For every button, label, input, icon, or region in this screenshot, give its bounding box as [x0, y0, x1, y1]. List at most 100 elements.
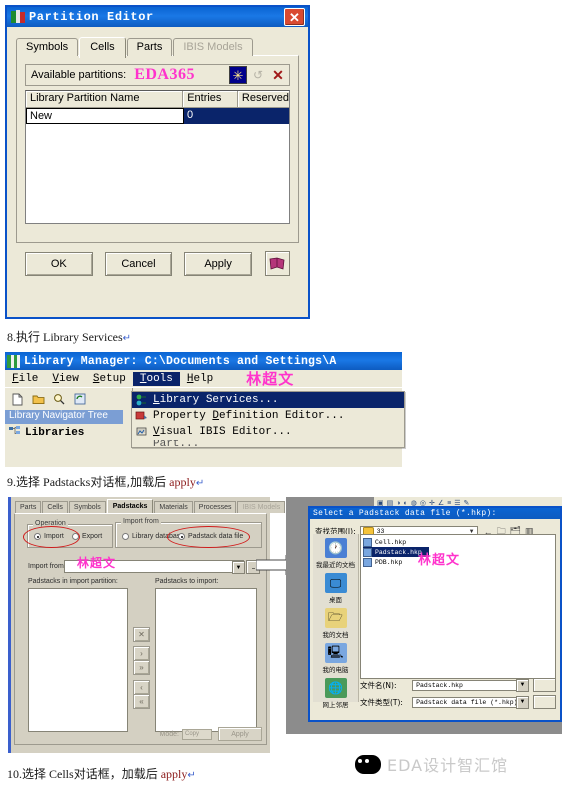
file-name-label: 文件名(N): [360, 680, 397, 690]
list-item[interactable]: Cell.hkp [363, 537, 553, 547]
file-dialog-title: Select a Padstack data file (*.hkp): [310, 508, 560, 519]
partitions-grid[interactable]: Library Partition Name Entries Reserved … [25, 90, 290, 224]
padstack-apply-button[interactable]: Apply [218, 727, 262, 741]
search-icon[interactable] [50, 391, 68, 408]
step-10-text: 10.选择 Cells对话框，加载后 apply↵ [7, 765, 196, 782]
step-9-pilcrow: ↵ [195, 478, 205, 489]
place-recent-documents[interactable]: 🕐 我最近的文档 [313, 538, 358, 569]
tab-padstacks[interactable]: Padstacks [106, 499, 154, 513]
step-8-label: Library Services [43, 330, 123, 344]
step-10-cjk-b: 对话框，加载后 [73, 767, 158, 781]
tab-materials[interactable]: Materials [154, 501, 193, 513]
help-book-icon[interactable] [264, 251, 290, 276]
tab-cells[interactable]: Cells [42, 501, 68, 513]
cancel-button[interactable]: Cancel [104, 251, 173, 276]
file-name: Cell.hkp [375, 538, 407, 546]
place-my-computer-label: 我的电脑 [322, 666, 349, 674]
place-desktop-label: 桌面 [329, 596, 342, 604]
padstack-dialog-watermark: 林超文 [77, 556, 117, 570]
column-header-reserved[interactable]: Reserved [237, 91, 289, 108]
tab-parts[interactable]: Parts [15, 501, 42, 513]
file-name-input[interactable]: Padstack.hkp [412, 679, 529, 691]
recent-documents-icon: 🕐 [324, 538, 347, 558]
tab-symbols[interactable]: Symbols [68, 501, 106, 513]
mode-label: Mode: [159, 730, 179, 738]
file-name: PDB.hkp [375, 558, 403, 566]
tab-symbols[interactable]: Symbols [16, 38, 79, 56]
library-services-icon [134, 393, 149, 407]
menu-item-property-definition-editor[interactable]: Property Definition Editor... [132, 408, 404, 424]
apply-button[interactable]: Apply [184, 251, 252, 276]
menu-tools[interactable]: Tools [132, 371, 180, 386]
file-name: Padstack.hkp [375, 548, 422, 556]
radio-library-database-indicator [122, 533, 129, 540]
place-desktop[interactable]: 🖵 桌面 [313, 573, 358, 604]
new-document-icon[interactable] [8, 391, 26, 408]
toolbar-left-group [5, 388, 133, 410]
annotation-ellipse-padstack-file [167, 526, 250, 548]
refresh-icon[interactable] [71, 391, 89, 408]
ok-button[interactable]: OK [25, 251, 93, 276]
visual-ibis-icon [134, 425, 149, 439]
mode-select[interactable]: Copy [182, 728, 212, 740]
wechat-watermark-text: EDA设计智汇馆 [387, 756, 509, 775]
library-manager-titlebar[interactable]: Library Manager: C:\Documents and Settin… [5, 352, 402, 370]
step-10-label-b: apply [160, 767, 188, 781]
chevron-down-icon[interactable]: ▼ [232, 561, 245, 574]
menu-item-part[interactable]: Part... [132, 440, 404, 447]
padstacks-in-partition-list[interactable] [28, 588, 128, 732]
delete-partition-icon[interactable]: ✕ [269, 66, 287, 84]
place-network[interactable]: 🌐 网上邻居 [313, 678, 358, 709]
nav-tab-library-navigator-tree[interactable]: Library Navigator Tree [5, 410, 123, 424]
file-type-select[interactable]: Padstack data file (*.hkp) [412, 696, 529, 708]
transfer-back-all-button[interactable]: « [133, 694, 150, 709]
menu-item-property-definition-editor-label: Property Definition Editor... [153, 410, 345, 422]
menu-item-visual-ibis-editor[interactable]: Visual IBIS Editor... [132, 424, 404, 440]
transfer-add-button[interactable]: › [133, 646, 150, 661]
place-my-computer[interactable]: 🖳 我的电脑 [313, 643, 358, 674]
select-padstack-file-dialog: Select a Padstack data file (*.hkp): 查找范… [308, 506, 562, 722]
transfer-remove-button[interactable]: ✕ [133, 627, 150, 642]
chevron-down-icon[interactable]: ▼ [516, 678, 529, 692]
cancel-button[interactable] [532, 695, 556, 709]
partition-editor-titlebar[interactable]: Partition Editor ✕ [7, 7, 308, 27]
file-dialog-places-bar: 🕐 我最近的文档 🖵 桌面 🗁 我的文档 🖳 我的电脑 🌐 网上邻居 [313, 534, 359, 709]
place-my-documents[interactable]: 🗁 我的文档 [313, 608, 358, 639]
transfer-add-all-button[interactable]: » [133, 660, 150, 675]
open-folder-icon[interactable] [29, 391, 47, 408]
menu-item-part-label: Part... [153, 440, 200, 447]
open-button[interactable] [532, 678, 556, 692]
tab-processes[interactable]: Processes [193, 501, 237, 513]
place-my-documents-label: 我的文档 [322, 631, 349, 639]
menu-item-library-services[interactable]: Library Services... [132, 392, 404, 408]
menu-setup[interactable]: Setup [86, 372, 133, 386]
cell-reserved [239, 108, 289, 124]
tab-parts[interactable]: Parts [126, 38, 173, 56]
tree-root-libraries[interactable]: Libraries [5, 424, 123, 442]
column-header-entries[interactable]: Entries [183, 91, 238, 108]
close-icon[interactable]: ✕ [284, 8, 305, 26]
padstacks-to-import-list[interactable] [155, 588, 257, 732]
cell-partition-name[interactable]: New [26, 108, 184, 124]
menu-item-visual-ibis-editor-label: Visual IBIS Editor... [153, 426, 292, 438]
undo-icon: ↺ [249, 66, 267, 84]
step-9-label-b: apply [169, 475, 196, 489]
step-10-number: 10. [7, 767, 22, 781]
step-10-pilcrow: ↵ [187, 770, 196, 781]
column-header-name[interactable]: Library Partition Name [26, 91, 184, 108]
tab-cells[interactable]: Cells [79, 37, 126, 58]
menu-help[interactable]: Help [180, 372, 220, 386]
step-10-cjk-a: 选择 [22, 767, 47, 781]
libraries-tree-icon [9, 426, 21, 440]
transfer-back-button[interactable]: ‹ [133, 680, 150, 695]
step-9-text: 9.选择 Padstacks对话框,加载后 apply↵ [7, 473, 204, 490]
file-dialog-bottom: 文件名(N): Padstack.hkp ▼ 文件类型(T): Padstack… [360, 678, 556, 712]
menu-file[interactable]: FFileile [5, 372, 45, 386]
step-8-text: 8.执行 Library Services↵ [7, 328, 131, 345]
menu-view[interactable]: View [45, 372, 85, 386]
chevron-down-icon[interactable]: ▼ [516, 695, 529, 709]
partitions-grid-header: Library Partition Name Entries Reserved [26, 91, 289, 108]
wechat-icon [355, 754, 381, 774]
new-partition-icon[interactable]: ✳ [229, 66, 247, 84]
table-row[interactable]: New 0 [26, 108, 289, 124]
